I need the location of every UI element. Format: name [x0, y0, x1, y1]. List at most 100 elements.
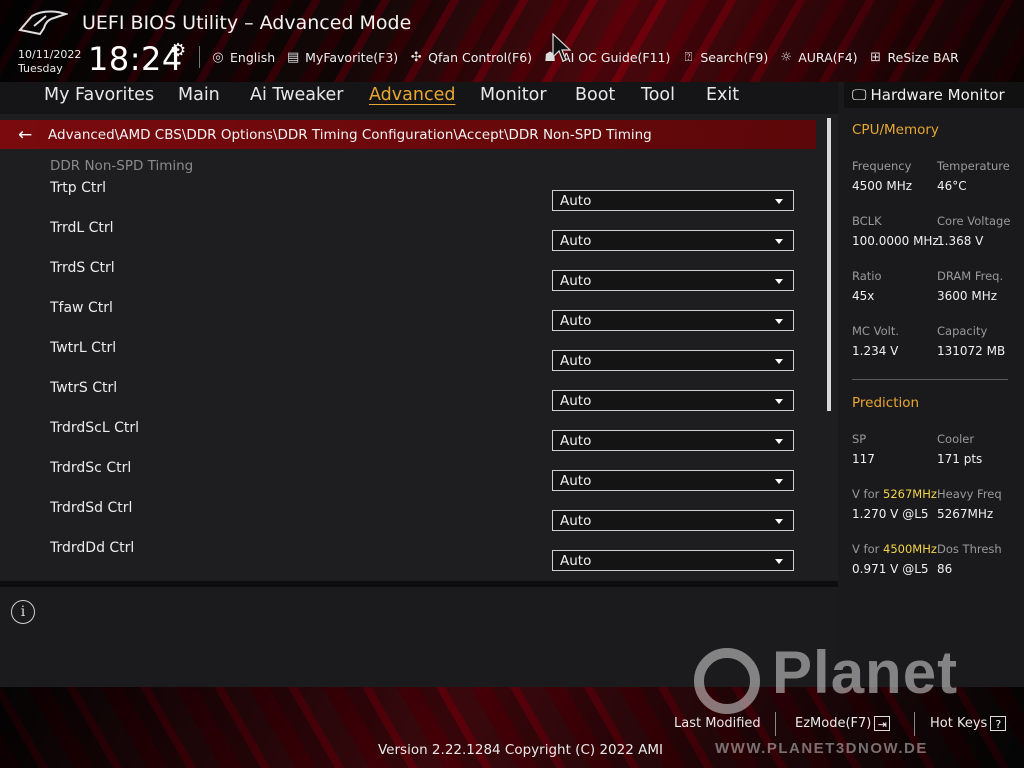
settings-list: Trtp Ctrl Auto TrrdL Ctrl Auto TrrdS Ctr… — [0, 180, 820, 576]
setting-row: TrdrdSc Ctrl Auto — [0, 460, 820, 500]
hw-value: 45x — [852, 289, 875, 303]
hw-temperature: Temperature 46°C — [937, 158, 1024, 194]
aura-label: AURA(F4) — [798, 49, 858, 65]
hw-mc-volt: MC Volt. 1.234 V — [852, 323, 940, 359]
chevron-down-icon — [775, 199, 783, 204]
footer-divider — [914, 712, 915, 736]
mouse-cursor-icon — [552, 33, 572, 62]
resize-bar-icon: ⊞ — [870, 49, 881, 65]
clock[interactable]: 18:24 — [88, 40, 183, 78]
hw-value: 5267MHz — [937, 507, 994, 521]
setting-dropdown[interactable]: Auto — [552, 470, 794, 491]
dropdown-value: Auto — [560, 273, 592, 289]
settings-scrollbar[interactable] — [827, 118, 831, 411]
tab-monitor[interactable]: Monitor — [480, 85, 547, 105]
dropdown-value: Auto — [560, 233, 592, 249]
dropdown-value: Auto — [560, 513, 592, 529]
setting-label: TwtrS Ctrl — [50, 380, 118, 396]
v-for-freq: 4500MHz — [883, 542, 937, 556]
search-label: Search(F9) — [700, 49, 769, 65]
setting-dropdown[interactable]: Auto — [552, 430, 794, 451]
aura-button[interactable]: ☼ AURA(F4) — [778, 50, 857, 65]
hot-keys-button[interactable]: Hot Keys? — [930, 716, 1007, 731]
hw-dos-thresh: Dos Thresh 86 — [937, 541, 1024, 577]
resize-bar-button[interactable]: ⊞ ReSize BAR — [868, 50, 959, 65]
hw-label: V for 5267MHz — [852, 486, 940, 502]
setting-row: TrdrdDd Ctrl Auto — [0, 540, 820, 576]
tab-boot[interactable]: Boot — [575, 85, 615, 105]
hw-bclk: BCLK 100.0000 MHz — [852, 213, 940, 249]
hw-v-for-1: V for 5267MHz 1.270 V @L5 — [852, 486, 940, 522]
ezmode-button[interactable]: EzMode(F7) ⇥ — [795, 716, 891, 731]
hw-label: Temperature — [937, 159, 1010, 173]
tab-ai-tweaker[interactable]: Ai Tweaker — [250, 85, 343, 105]
cpu-memory-section-title: CPU/Memory — [852, 122, 939, 138]
hw-label: Dos Thresh — [937, 542, 1002, 556]
tab-main[interactable]: Main — [178, 85, 220, 105]
tab-advanced[interactable]: Advanced — [369, 85, 455, 105]
myfavorite-button[interactable]: ▤ MyFavorite(F3) — [285, 50, 398, 65]
hardware-monitor-panel: 🖵 Hardware Monitor CPU/Memory Frequency … — [844, 82, 1024, 687]
planet3dnow-watermark: Planet — [690, 638, 990, 718]
main-menu: My Favorites Main Ai Tweaker Advanced Mo… — [0, 82, 838, 114]
setting-row: Tfaw Ctrl Auto — [0, 300, 820, 340]
gear-icon[interactable]: ⚙ — [170, 40, 186, 61]
setting-dropdown[interactable]: Auto — [552, 230, 794, 251]
tab-exit[interactable]: Exit — [706, 85, 739, 105]
hw-label: V for 4500MHz — [852, 541, 940, 557]
hw-label: DRAM Freq. — [937, 269, 1004, 283]
watermark-text: Planet — [772, 639, 959, 706]
setting-dropdown[interactable]: Auto — [552, 310, 794, 331]
search-icon: ⍰ — [684, 49, 693, 65]
hw-frequency: Frequency 4500 MHz — [852, 158, 940, 194]
setting-label: TwtrL Ctrl — [50, 340, 117, 356]
date-display: 10/11/2022 Tuesday — [18, 48, 81, 76]
hot-keys-label: Hot Keys — [930, 716, 988, 731]
setting-dropdown[interactable]: Auto — [552, 190, 794, 211]
hw-value: 100.0000 MHz — [852, 234, 939, 248]
setting-label: TrrdL Ctrl — [50, 220, 114, 236]
hw-core-voltage: Core Voltage 1.368 V — [937, 213, 1024, 249]
breadcrumb: ← Advanced\AMD CBS\DDR Options\DDR Timin… — [0, 120, 816, 149]
language-button[interactable]: ◎ English — [210, 50, 275, 65]
setting-row: TrdrdScL Ctrl Auto — [0, 420, 820, 460]
aura-icon: ☼ — [780, 49, 793, 65]
v-for-text: V for — [852, 542, 883, 556]
chevron-down-icon — [775, 399, 783, 404]
setting-dropdown[interactable]: Auto — [552, 510, 794, 531]
tab-my-favorites[interactable]: My Favorites — [44, 85, 154, 105]
dropdown-value: Auto — [560, 433, 592, 449]
footer-divider — [775, 712, 776, 736]
back-arrow-icon[interactable]: ← — [18, 125, 48, 145]
setting-label: TrdrdScL Ctrl — [50, 420, 140, 436]
setting-label: TrdrdDd Ctrl — [50, 540, 135, 556]
ezmode-label: EzMode(F7) — [795, 716, 872, 731]
setting-dropdown[interactable]: Auto — [552, 390, 794, 411]
setting-dropdown[interactable]: Auto — [552, 350, 794, 371]
chevron-down-icon — [775, 439, 783, 444]
search-button[interactable]: ⍰ Search(F9) — [680, 50, 768, 65]
hw-cooler: Cooler 171 pts — [937, 431, 1024, 467]
setting-row: TwtrS Ctrl Auto — [0, 380, 820, 420]
dropdown-value: Auto — [560, 553, 592, 569]
setting-label: TrdrdSd Ctrl — [50, 500, 133, 516]
hw-label: Ratio — [852, 269, 882, 283]
setting-dropdown[interactable]: Auto — [552, 270, 794, 291]
hw-value: 46°C — [937, 179, 967, 193]
setting-label: TrdrdSc Ctrl — [50, 460, 132, 476]
chevron-down-icon — [775, 519, 783, 524]
prediction-section-title: Prediction — [852, 395, 920, 411]
setting-dropdown[interactable]: Auto — [552, 550, 794, 571]
setting-row: Trtp Ctrl Auto — [0, 180, 820, 220]
v-for-text: V for — [852, 487, 883, 501]
qfan-control-button[interactable]: ✣ Qfan Control(F6) — [408, 50, 532, 65]
hw-label: Core Voltage — [937, 214, 1011, 228]
setting-row: TwtrL Ctrl Auto — [0, 340, 820, 380]
tab-tool[interactable]: Tool — [641, 85, 675, 105]
hardware-monitor-header: 🖵 Hardware Monitor — [844, 82, 1024, 108]
toolbar-divider — [199, 46, 200, 68]
toolbar: ◎ English ▤ MyFavorite(F3) ✣ Qfan Contro… — [210, 47, 969, 67]
last-modified-button[interactable]: Last Modified — [674, 716, 761, 731]
hw-label: SP — [852, 432, 867, 446]
resize-bar-label: ReSize BAR — [887, 49, 959, 65]
